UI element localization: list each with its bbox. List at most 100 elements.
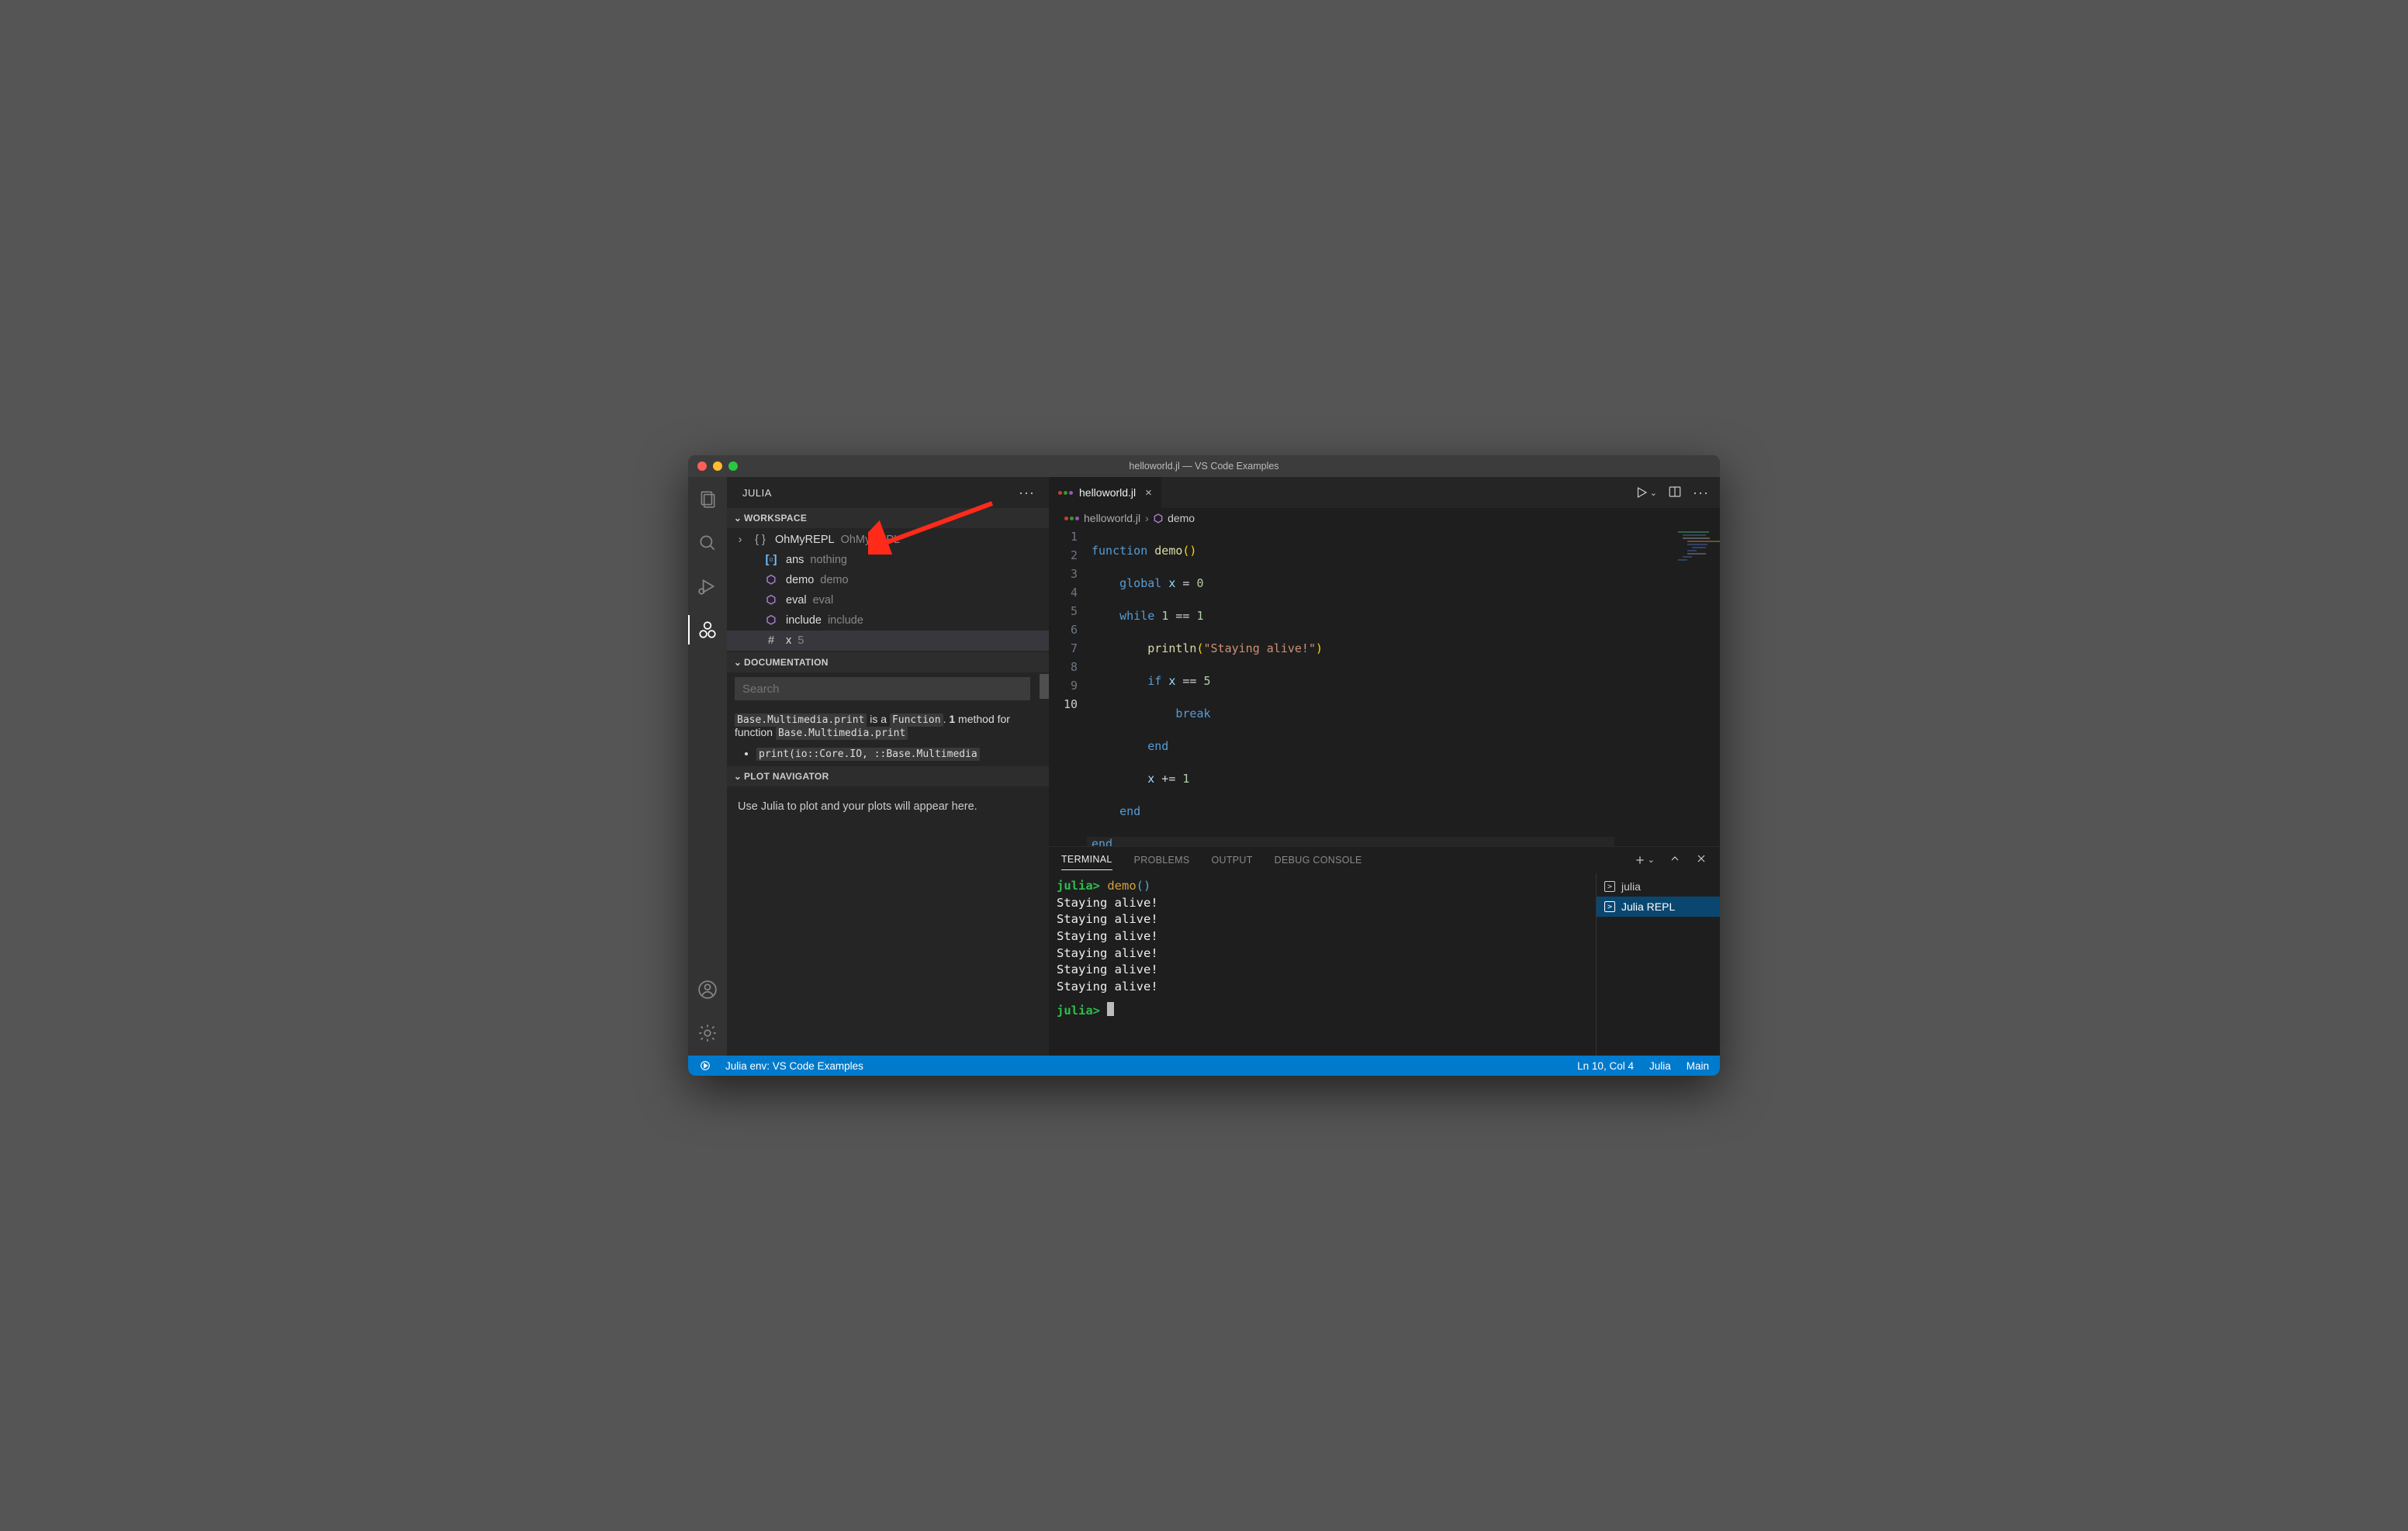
workspace-item-demo[interactable]: ⬡ demo demo	[727, 570, 1049, 590]
workspace-item-ohmyrepl[interactable]: › { } OhMyREPL OhMyREPL	[727, 530, 1049, 550]
method-icon: ⬡	[764, 594, 778, 607]
julia-sidebar: JULIA ··· ⌄ WORKSPACE › { } OhMyREPL OhM…	[727, 477, 1049, 1056]
run-debug-icon[interactable]	[689, 572, 726, 601]
run-file-icon[interactable]: ⌄	[1635, 486, 1657, 499]
workspace-section-header[interactable]: ⌄ WORKSPACE	[727, 508, 1049, 528]
split-editor-icon[interactable]	[1668, 485, 1682, 501]
item-detail: eval	[813, 594, 834, 607]
documentation-label: DOCUMENTATION	[744, 657, 829, 668]
line-gutter: 12345678910	[1049, 528, 1092, 846]
panel-tabs: TERMINAL PROBLEMS OUTPUT DEBUG CONSOLE ⌄	[1049, 847, 1720, 873]
terminal-session-julia[interactable]: > julia	[1597, 876, 1720, 897]
settings-gear-icon[interactable]	[689, 1018, 726, 1048]
method-icon: ⬡	[764, 574, 778, 586]
tab-filename: helloworld.jl	[1079, 486, 1136, 499]
terminal-cursor	[1107, 1002, 1114, 1016]
status-bar: Julia env: VS Code Examples Ln 10, Col 4…	[688, 1056, 1720, 1076]
plot-navigator-body: Use Julia to plot and your plots will ap…	[727, 786, 1049, 827]
julia-file-icon	[1058, 491, 1073, 495]
namespace-icon: { }	[753, 534, 767, 546]
search-icon[interactable]	[689, 528, 726, 558]
editor-tabs: helloworld.jl × ⌄ ···	[1049, 477, 1720, 508]
breadcrumb[interactable]: helloworld.jl › ⬡ demo	[1049, 508, 1720, 528]
close-tab-icon[interactable]: ×	[1145, 486, 1152, 499]
traffic-lights	[697, 461, 738, 471]
new-terminal-icon[interactable]: ⌄	[1634, 854, 1655, 866]
terminal-session-julia-repl[interactable]: > Julia REPL	[1597, 897, 1720, 917]
item-detail: demo	[820, 574, 848, 586]
window-title: helloworld.jl — VS Code Examples	[1129, 461, 1278, 472]
documentation-body: Base.Multimedia.print is a Function. 1 m…	[727, 672, 1049, 766]
minimap[interactable]	[1670, 531, 1717, 578]
item-name: demo	[786, 574, 814, 586]
terminal[interactable]: julia> demo() Staying alive! Staying ali…	[1049, 873, 1596, 1056]
workspace-item-include[interactable]: ⬡ include include	[727, 610, 1049, 631]
documentation-method: print(io::Core.IO, ::Base.Multimedia	[756, 748, 980, 761]
editor-area: helloworld.jl × ⌄ ···	[1049, 477, 1720, 1056]
chevron-down-icon: ⌄	[732, 657, 744, 668]
workspace-label: WORKSPACE	[744, 513, 807, 524]
vscode-window: helloworld.jl — VS Code Examples	[688, 455, 1720, 1076]
code-editor[interactable]: 12345678910 function demo() global x = 0…	[1049, 528, 1720, 846]
sidebar-header: JULIA ···	[727, 477, 1049, 508]
julia-file-icon	[1064, 517, 1079, 520]
plot-placeholder-text: Use Julia to plot and your plots will ap…	[738, 800, 977, 813]
maximize-panel-icon[interactable]	[1669, 852, 1681, 867]
close-panel-icon[interactable]	[1695, 852, 1707, 867]
chevron-down-icon[interactable]: ⌄	[1650, 488, 1657, 498]
method-icon: ⬡	[1154, 512, 1163, 525]
panel-tab-problems[interactable]: PROBLEMS	[1134, 855, 1190, 866]
chevron-down-icon: ⌄	[732, 513, 744, 524]
activity-bar	[688, 477, 727, 1056]
item-detail: nothing	[810, 554, 847, 566]
workspace-item-ans[interactable]: [▫] ans nothing	[727, 550, 1049, 570]
plot-navigator-label: PLOT NAVIGATOR	[744, 771, 829, 782]
method-icon: ⬡	[764, 614, 778, 627]
status-julia-env[interactable]: Julia env: VS Code Examples	[725, 1060, 863, 1072]
terminal-icon: >	[1604, 901, 1615, 912]
item-name: x	[786, 634, 791, 647]
item-detail: OhMyREPL	[841, 534, 901, 546]
documentation-section-header[interactable]: ⌄ DOCUMENTATION	[727, 652, 1049, 672]
item-name: OhMyREPL	[775, 534, 835, 546]
minimize-window-icon[interactable]	[713, 461, 722, 471]
documentation-text: Base.Multimedia.print is a Function. 1 m…	[735, 713, 1041, 739]
panel-tab-output[interactable]: OUTPUT	[1211, 855, 1252, 866]
status-language-mode[interactable]: Julia	[1649, 1060, 1671, 1072]
scrollbar-thumb[interactable]	[1040, 674, 1049, 699]
sidebar-title: JULIA	[742, 487, 1019, 499]
plot-navigator-section-header[interactable]: ⌄ PLOT NAVIGATOR	[727, 766, 1049, 786]
variable-icon: #	[764, 634, 778, 647]
terminal-icon: >	[1604, 881, 1615, 892]
item-name: include	[786, 614, 822, 627]
accounts-icon[interactable]	[689, 975, 726, 1004]
explorer-icon[interactable]	[689, 485, 726, 514]
workspace-item-eval[interactable]: ⬡ eval eval	[727, 590, 1049, 610]
editor-tab-helloworld[interactable]: helloworld.jl ×	[1049, 477, 1162, 508]
editor-actions: ⌄ ···	[1635, 477, 1720, 508]
item-name: eval	[786, 594, 807, 607]
item-detail: include	[828, 614, 863, 627]
breadcrumb-file[interactable]: helloworld.jl	[1084, 512, 1140, 524]
status-branch[interactable]: Main	[1687, 1060, 1709, 1072]
status-debug-icon[interactable]	[699, 1059, 711, 1072]
maximize-window-icon[interactable]	[728, 461, 738, 471]
workspace-tree: › { } OhMyREPL OhMyREPL [▫] ans nothing …	[727, 528, 1049, 652]
breadcrumb-separator-icon: ›	[1145, 512, 1149, 524]
close-window-icon[interactable]	[697, 461, 707, 471]
status-cursor-position[interactable]: Ln 10, Col 4	[1577, 1060, 1634, 1072]
panel-tab-debug-console[interactable]: DEBUG CONSOLE	[1275, 855, 1362, 866]
panel-tab-terminal[interactable]: TERMINAL	[1061, 854, 1112, 870]
chevron-down-icon: ⌄	[732, 771, 744, 782]
chevron-right-icon: ›	[735, 534, 746, 546]
terminal-sessions: > julia > Julia REPL	[1596, 873, 1720, 1056]
code-content[interactable]: function demo() global x = 0 while 1 == …	[1092, 528, 1614, 846]
workspace-item-x[interactable]: # x 5	[727, 631, 1049, 651]
constant-icon: [▫]	[764, 554, 778, 566]
bottom-panel: TERMINAL PROBLEMS OUTPUT DEBUG CONSOLE ⌄	[1049, 846, 1720, 1056]
documentation-search-input[interactable]	[735, 677, 1030, 700]
julia-activity-icon[interactable]	[689, 615, 726, 645]
chevron-down-icon[interactable]: ⌄	[1648, 855, 1655, 865]
item-name: ans	[786, 554, 804, 566]
breadcrumb-symbol[interactable]: demo	[1168, 512, 1195, 524]
